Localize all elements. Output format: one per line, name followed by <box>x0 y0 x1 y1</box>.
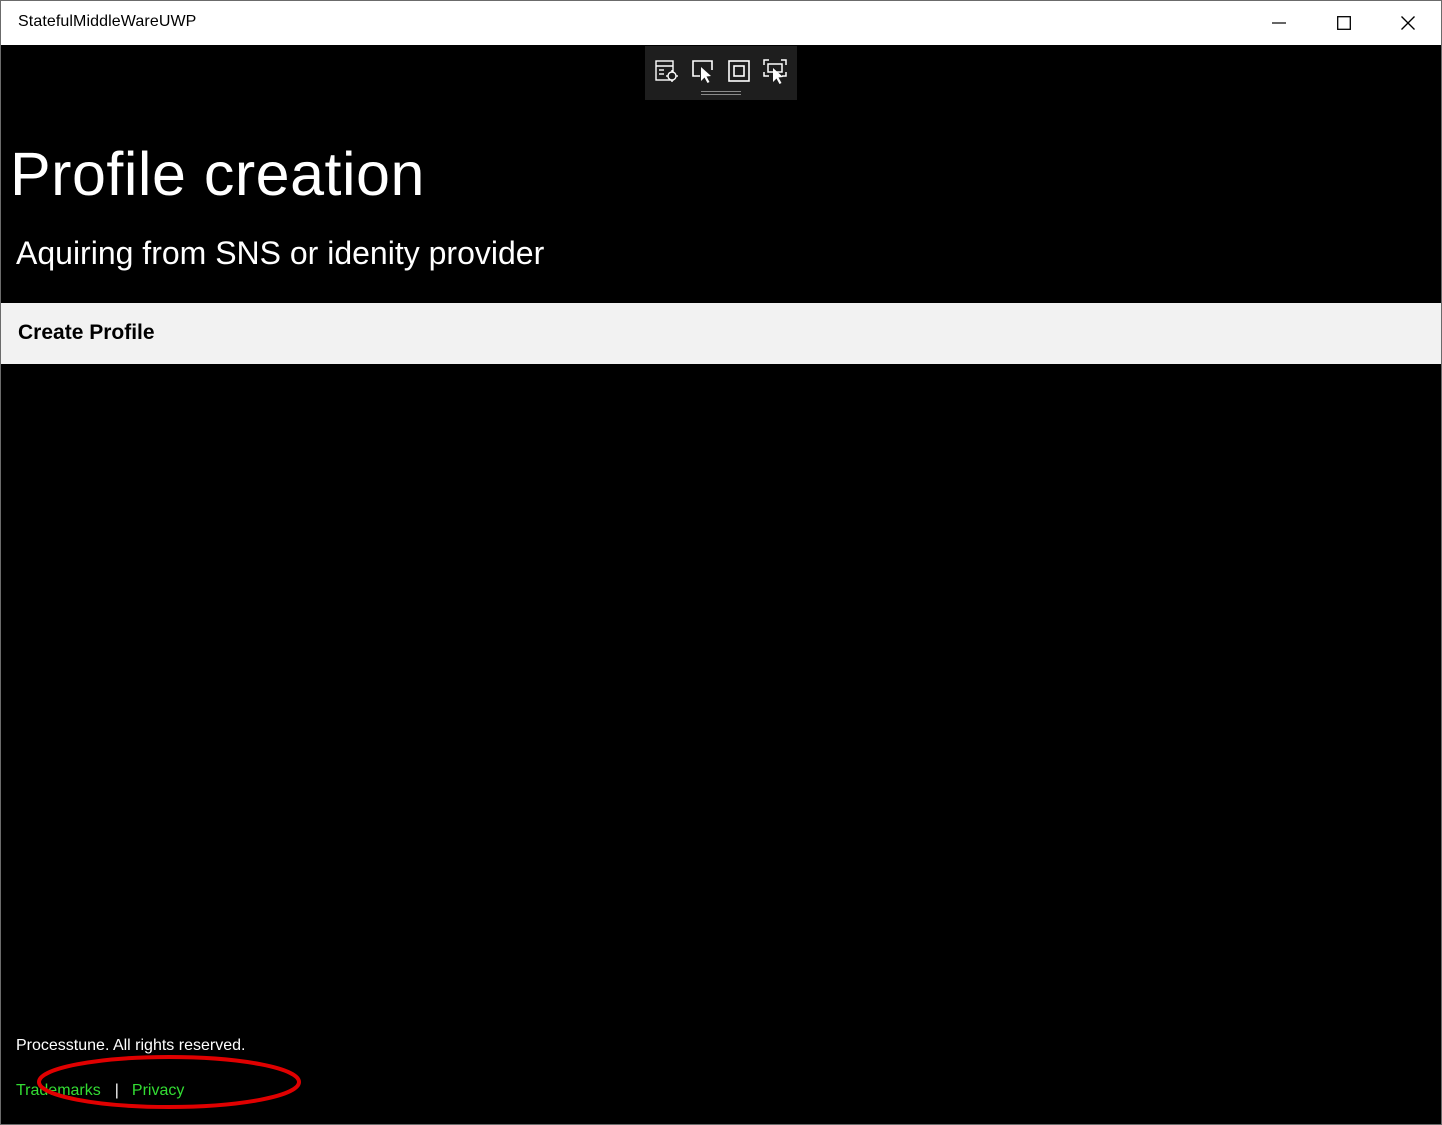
privacy-link[interactable]: Privacy <box>132 1082 184 1099</box>
title-bar: StatefulMiddleWareUWP <box>1 1 1441 45</box>
footer-separator: | <box>114 1082 119 1099</box>
close-button[interactable] <box>1376 1 1440 45</box>
trademarks-link[interactable]: Trademarks <box>16 1082 101 1099</box>
window-title: StatefulMiddleWareUWP <box>18 13 197 30</box>
footer-copyright: Processtune. All rights reserved. <box>16 1037 246 1054</box>
track-focused-element-icon[interactable] <box>761 57 789 85</box>
xaml-debug-toolbar <box>645 46 797 100</box>
minimize-icon <box>1272 22 1286 24</box>
app-window: StatefulMiddleWareUWP Profile creation A… <box>0 0 1442 1125</box>
toolbar-grip-line[interactable] <box>701 94 741 95</box>
display-layout-adorners-icon[interactable] <box>725 57 753 85</box>
create-profile-label: Create Profile <box>18 321 155 344</box>
maximize-icon <box>1337 16 1351 30</box>
page-content: Profile creation Aquiring from SNS or id… <box>1 45 1441 1124</box>
minimize-button[interactable] <box>1247 1 1311 45</box>
page-title: Profile creation <box>10 140 425 208</box>
page-subtitle: Aquiring from SNS or idenity provider <box>16 235 545 271</box>
close-icon <box>1401 16 1415 30</box>
create-profile-button[interactable]: Create Profile <box>1 303 1441 364</box>
select-element-icon[interactable] <box>689 57 717 85</box>
toolbar-grip-line[interactable] <box>701 91 741 92</box>
maximize-button[interactable] <box>1312 1 1376 45</box>
live-visual-tree-icon[interactable] <box>653 57 681 85</box>
footer-links: Trademarks | Privacy <box>16 1082 184 1100</box>
